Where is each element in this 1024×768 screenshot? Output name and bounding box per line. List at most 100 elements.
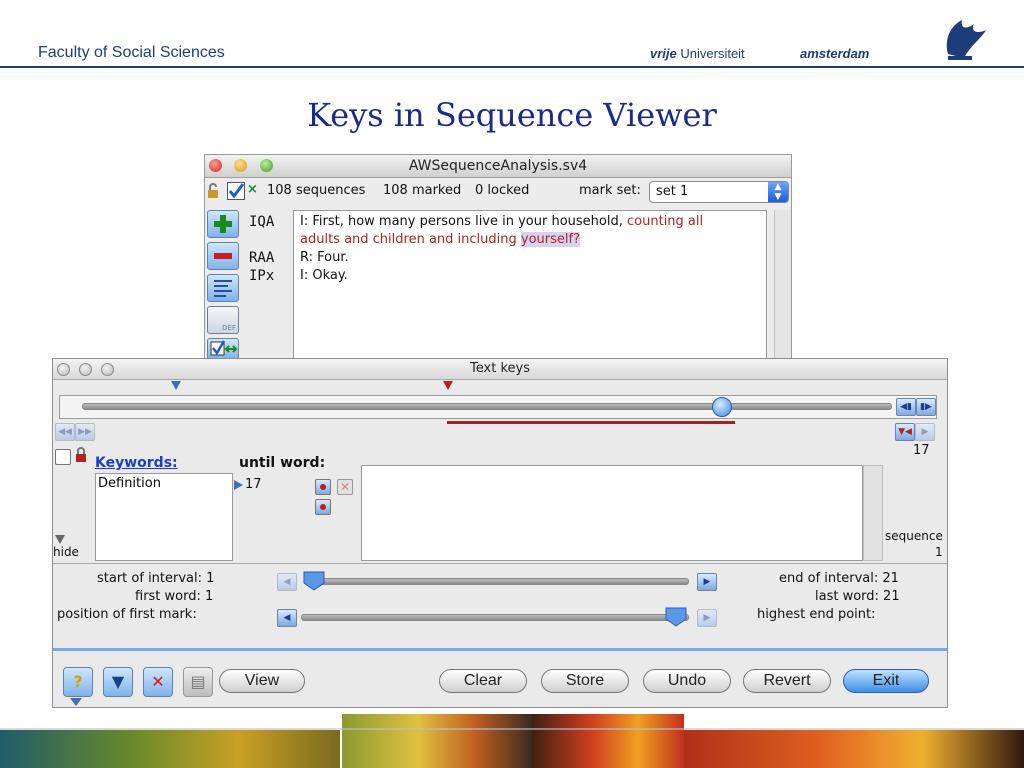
interval-end-forward-button[interactable]: ▶ <box>697 573 717 591</box>
photo-segment <box>0 730 340 768</box>
prev-mark-button[interactable]: ◀◀ <box>55 423 75 441</box>
window-title: Text keys <box>470 361 530 376</box>
mark-set-label: mark set: <box>579 183 641 198</box>
status-bar: × 108 sequences 108 marked 0 locked mark… <box>205 178 791 206</box>
mark-marker-icon[interactable] <box>443 381 453 390</box>
end-interval-label: end of interval: 21 <box>779 571 899 586</box>
code-item: IQA <box>249 214 275 230</box>
university-label: vrije Universiteit <box>650 46 745 61</box>
x-icon[interactable]: × <box>247 182 258 197</box>
delete-mark-button[interactable]: ✕ <box>337 479 353 495</box>
plus-icon <box>214 215 232 233</box>
highest-end-label: highest end point: <box>757 607 876 622</box>
mark-position-knob[interactable] <box>665 607 687 627</box>
step-back-button[interactable]: ◀▮ <box>896 398 916 416</box>
photo-segment <box>684 730 1024 768</box>
interval-start-back-button[interactable]: ◀ <box>277 573 297 591</box>
collapse-triangle-icon[interactable] <box>55 535 65 544</box>
text-highlight: yourself? <box>520 232 580 247</box>
start-marker-icon[interactable] <box>171 381 181 390</box>
mark-back-button[interactable]: ◀ <box>277 609 297 627</box>
remove-button[interactable] <box>207 242 239 270</box>
code-column: IQA RAA IPx <box>249 213 291 363</box>
set-mark-button[interactable]: ▼◀ <box>895 423 915 441</box>
code-item: IPx <box>249 268 275 284</box>
mark-sync-button[interactable] <box>207 338 239 360</box>
mark-forward-button[interactable]: ▶ <box>697 609 717 627</box>
down-button[interactable]: ▼ <box>103 667 133 697</box>
check-arrows-icon <box>210 340 238 356</box>
add-mark-button-2[interactable] <box>315 499 331 515</box>
hide-label[interactable]: hide <box>53 545 79 559</box>
locked-count: 0 locked <box>475 183 530 198</box>
clear-mark-button[interactable]: ▶ <box>915 423 935 441</box>
sequence-window: AWSequenceAnalysis.sv4 × 108 sequences 1… <box>204 154 792 362</box>
sequence-value: 1 <box>935 545 943 559</box>
interval-track <box>307 578 689 585</box>
view-button[interactable]: View <box>219 669 305 693</box>
photo-segment <box>532 714 684 768</box>
footer-photo-strip <box>0 714 1024 768</box>
keyword-checkbox[interactable] <box>55 449 71 465</box>
text-keys-window: Text keys ◀▮ ▮▶ ◀◀ ▶▶ ▼◀ ▶ 17 Keywords: … <box>52 358 948 708</box>
sequences-count: 108 sequences <box>267 183 366 198</box>
sequence-label: sequence <box>885 529 943 543</box>
section-divider <box>53 563 947 564</box>
definition-icon-label: DEF <box>222 324 236 332</box>
position-slider[interactable]: ◀▮ ▮▶ <box>59 395 937 419</box>
minus-icon <box>214 253 232 259</box>
exit-button[interactable]: Exit <box>843 669 929 693</box>
faculty-label: Faculty of Social Sciences <box>38 44 225 61</box>
step-forward-button[interactable]: ▮▶ <box>916 398 936 416</box>
slide-title: Keys in Sequence Viewer <box>307 96 717 134</box>
keyword-list[interactable]: Definition <box>95 473 233 561</box>
mark-set-select[interactable]: set 1 ▲ ▼ <box>649 181 789 203</box>
sequence-scrollbar[interactable] <box>774 210 791 362</box>
add-button[interactable] <box>207 210 239 238</box>
definition-button[interactable]: DEF <box>207 306 239 334</box>
add-mark-button[interactable] <box>315 479 331 495</box>
text-keys-titlebar[interactable]: Text keys <box>53 359 947 380</box>
toolbar-divider <box>53 648 947 651</box>
code-item <box>249 231 291 249</box>
until-word-label: until word: <box>239 455 326 471</box>
help-dropdown-icon[interactable] <box>70 698 82 706</box>
slider-knob[interactable] <box>712 397 732 417</box>
delete-button[interactable]: ✕ <box>143 667 173 697</box>
document-icon: ▤ <box>190 672 206 691</box>
help-button[interactable]: ? <box>63 667 93 697</box>
start-interval-label: start of interval: 1 <box>97 571 215 586</box>
keyword-text-area[interactable] <box>361 465 863 561</box>
university-italic: vrije <box>650 46 677 61</box>
keywords-link[interactable]: Keywords: <box>95 455 178 471</box>
sequence-window-titlebar[interactable]: AWSequenceAnalysis.sv4 <box>205 155 791 178</box>
last-word-label: last word: 21 <box>815 589 900 604</box>
lock-icon[interactable] <box>75 447 87 463</box>
clear-button[interactable]: Clear <box>439 669 527 693</box>
until-word-value: 17 <box>245 477 262 492</box>
slider-track <box>82 403 892 410</box>
copy-button[interactable]: ▤ <box>183 667 213 697</box>
text-line: I: First, how many persons live in your … <box>300 213 760 231</box>
position-count: 17 <box>913 443 930 458</box>
mark-all-checkbox[interactable] <box>227 182 245 200</box>
sequence-text-pane[interactable]: I: First, how many persons live in your … <box>293 210 767 362</box>
text-area-scrollbar[interactable] <box>863 465 883 561</box>
select-arrows-icon: ▲ ▼ <box>768 182 788 202</box>
text-view-button[interactable] <box>207 274 239 302</box>
next-mark-button[interactable]: ▶▶ <box>75 423 95 441</box>
text-marked: counting all <box>627 214 704 229</box>
marked-count: 108 marked <box>383 183 462 198</box>
store-button[interactable]: Store <box>541 669 629 693</box>
play-arrow-icon <box>234 480 243 490</box>
text-line: R: Four. <box>300 250 349 265</box>
padlock-open-icon[interactable] <box>207 183 221 199</box>
x-icon: ✕ <box>151 672 165 691</box>
undo-button[interactable]: Undo <box>643 669 731 693</box>
griffin-logo <box>946 20 986 60</box>
question-icon: ? <box>73 672 83 691</box>
interval-start-knob[interactable] <box>303 571 325 591</box>
photo-segment <box>342 714 532 768</box>
list-item[interactable]: Definition <box>98 476 161 491</box>
revert-button[interactable]: Revert <box>743 669 831 693</box>
